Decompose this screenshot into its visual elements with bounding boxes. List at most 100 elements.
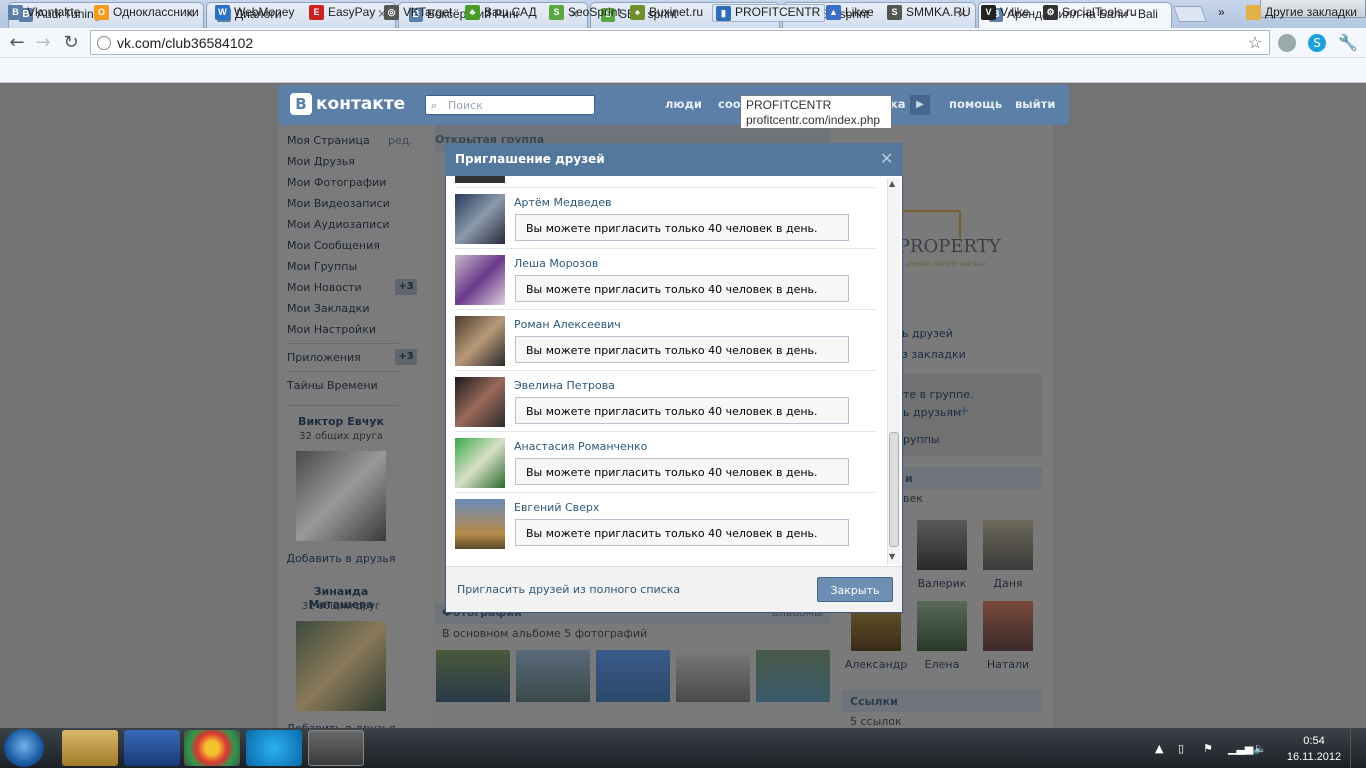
bookmark-buxinet[interactable]: ♠ Buxinet.ru [630, 4, 703, 22]
photo-thumb[interactable] [596, 650, 670, 702]
left-menu-apps[interactable]: Приложения [287, 351, 361, 364]
bookmark-profitcentr[interactable]: ▮ PROFITCENTR [712, 4, 826, 22]
bookmark-vash-sad[interactable]: ♣ Ваш САД [465, 4, 537, 22]
left-menu-times[interactable]: Тайны Времени [287, 379, 378, 392]
friend-avatar[interactable] [455, 438, 505, 488]
left-menu-messages[interactable]: Мои Сообщения [287, 239, 380, 252]
bookmark-vlike[interactable]: V V-like [981, 4, 1029, 22]
network-icon[interactable]: ▁▃▅ [1228, 742, 1253, 755]
left-menu-videos[interactable]: Мои Видеозаписи [287, 197, 390, 210]
wrench-icon[interactable]: 🔧 [1338, 34, 1358, 52]
media-player-icon[interactable] [124, 730, 180, 766]
invite-full-list-link[interactable]: Пригласить друзей из полного списка [457, 583, 680, 596]
clock[interactable]: 0:54 16.11.2012 [1284, 733, 1344, 765]
photo-thumb[interactable] [516, 650, 590, 702]
left-menu-groups[interactable]: Мои Группы [287, 260, 357, 273]
more-bookmarks-icon[interactable]: » [1218, 4, 1225, 22]
suggest-name[interactable]: Виктор Евчук [282, 415, 400, 428]
invite-button[interactable]: Вы можете пригласить только 40 человек в… [515, 397, 849, 424]
member-name[interactable]: Натали [978, 658, 1038, 671]
tell-friends-link[interactable]: ь друзьям [903, 406, 961, 419]
menu-logout[interactable]: выйти [1015, 97, 1055, 111]
member-name[interactable]: Даня [978, 577, 1038, 590]
friend-name[interactable]: Роман Алексеевич [514, 318, 621, 331]
add-bookmarks-link[interactable]: з закладки [902, 348, 966, 361]
left-menu-edit[interactable]: ред. [388, 134, 413, 147]
plus-icon[interactable]: + [958, 403, 970, 419]
address-bar[interactable]: vk.com/club36584102 ☆ [90, 30, 1270, 55]
avatar[interactable] [296, 621, 386, 711]
member-name[interactable]: Елена [912, 658, 972, 671]
left-menu-settings[interactable]: Мои Настройки [287, 323, 376, 336]
device-icon[interactable]: ▯ [1178, 742, 1184, 755]
close-icon[interactable]: ✕ [880, 149, 896, 168]
forward-icon[interactable]: → [32, 32, 54, 54]
tray-arrow-icon[interactable]: ▲ [1155, 742, 1163, 755]
member-avatar[interactable] [983, 601, 1033, 651]
add-friend-link[interactable]: Добавить в друзья [282, 552, 400, 565]
vk-search-input[interactable]: ⌕ Поиск [425, 95, 595, 115]
bookmark-odnoklassniki[interactable]: О Одноклассники [94, 4, 199, 22]
start-button[interactable] [4, 729, 44, 767]
invite-friends-link[interactable]: ь друзей [902, 327, 953, 340]
friend-name[interactable]: Леша Морозов [514, 257, 598, 270]
friend-name[interactable]: Анастасия Романченко [514, 440, 647, 453]
back-icon[interactable]: ← [6, 32, 28, 54]
scroll-down-icon[interactable]: ▼ [889, 552, 895, 561]
show-desktop-button[interactable] [1350, 729, 1366, 768]
left-menu-my-page[interactable]: Моя Страница [287, 134, 370, 147]
bookmark-easypay[interactable]: E EasyPay [309, 4, 375, 22]
chrome-icon[interactable] [184, 730, 240, 766]
invite-button[interactable]: Вы можете пригласить только 40 человек в… [515, 519, 849, 546]
bookmark-vkontakte[interactable]: B Vkontakte [8, 4, 80, 22]
star-app-icon[interactable] [308, 730, 364, 766]
other-bookmarks[interactable]: Другие закладки [1246, 4, 1357, 22]
left-menu-photos[interactable]: Мои Фотографии [287, 176, 386, 189]
left-menu-news[interactable]: Мои Новости [287, 281, 362, 294]
bookmark-seosprint[interactable]: S SeoSprint [549, 4, 621, 22]
member-name[interactable]: Валерик [912, 577, 972, 590]
menu-people[interactable]: люди [665, 97, 702, 111]
friend-avatar[interactable] [455, 499, 505, 549]
skype-icon[interactable]: S [1308, 34, 1326, 52]
menu-help[interactable]: помощь [949, 97, 1002, 111]
friend-avatar[interactable] [455, 316, 505, 366]
invite-button[interactable]: Вы можете пригласить только 40 человек в… [515, 214, 849, 241]
reload-icon[interactable]: ↻ [60, 32, 82, 54]
photo-thumb[interactable] [756, 650, 830, 702]
leave-group-link[interactable]: руппы [903, 433, 940, 446]
explorer-icon[interactable] [62, 730, 118, 766]
photo-thumb[interactable] [676, 650, 750, 702]
scroll-thumb[interactable] [889, 432, 899, 547]
avatar[interactable] [296, 451, 386, 541]
star-icon[interactable]: ☆ [1248, 33, 1262, 53]
extension-globe-icon[interactable] [1278, 34, 1296, 52]
bookmark-vktarget[interactable]: ◎ VKTarget [384, 4, 452, 22]
left-menu-audio[interactable]: Мои Аудиозаписи [287, 218, 390, 231]
friend-avatar[interactable] [455, 255, 505, 305]
new-tab-button[interactable] [1173, 6, 1207, 22]
bookmark-smmka[interactable]: S SMMKA.RU [887, 4, 971, 22]
photo-thumb[interactable] [436, 650, 510, 702]
page-info-icon[interactable] [97, 36, 111, 50]
volume-icon[interactable]: 🔈 [1253, 742, 1267, 755]
invite-button[interactable]: Вы можете пригласить только 40 человек в… [515, 275, 849, 302]
friend-avatar[interactable] [455, 194, 505, 244]
scroll-up-icon[interactable]: ▲ [889, 179, 895, 188]
member-name[interactable]: Александр [844, 658, 908, 671]
menu-more-arrow-icon[interactable]: ▶ [910, 95, 930, 115]
friend-name[interactable]: Артём Медведев [514, 196, 611, 209]
vk-logo[interactable]: Вконтакте [290, 93, 405, 115]
left-menu-bookmarks[interactable]: Мои Закладки [287, 302, 369, 315]
menu-hidden[interactable]: ка [890, 97, 906, 111]
friend-name[interactable]: Эвелина Петрова [514, 379, 615, 392]
member-avatar[interactable] [917, 601, 967, 651]
left-menu-friends[interactable]: Мои Друзья [287, 155, 355, 168]
bookmark-socialtools[interactable]: ⚙ SocialTools.ru [1043, 4, 1137, 22]
flag-icon[interactable]: ⚑ [1203, 742, 1213, 755]
bookmark-webmoney[interactable]: W WebMoney [215, 4, 294, 22]
invite-button[interactable]: Вы можете пригласить только 40 человек в… [515, 458, 849, 485]
friend-avatar[interactable] [455, 377, 505, 427]
friend-name[interactable]: Евгений Сверх [514, 501, 599, 514]
bookmark-likee[interactable]: ▲ Likee [826, 4, 874, 22]
